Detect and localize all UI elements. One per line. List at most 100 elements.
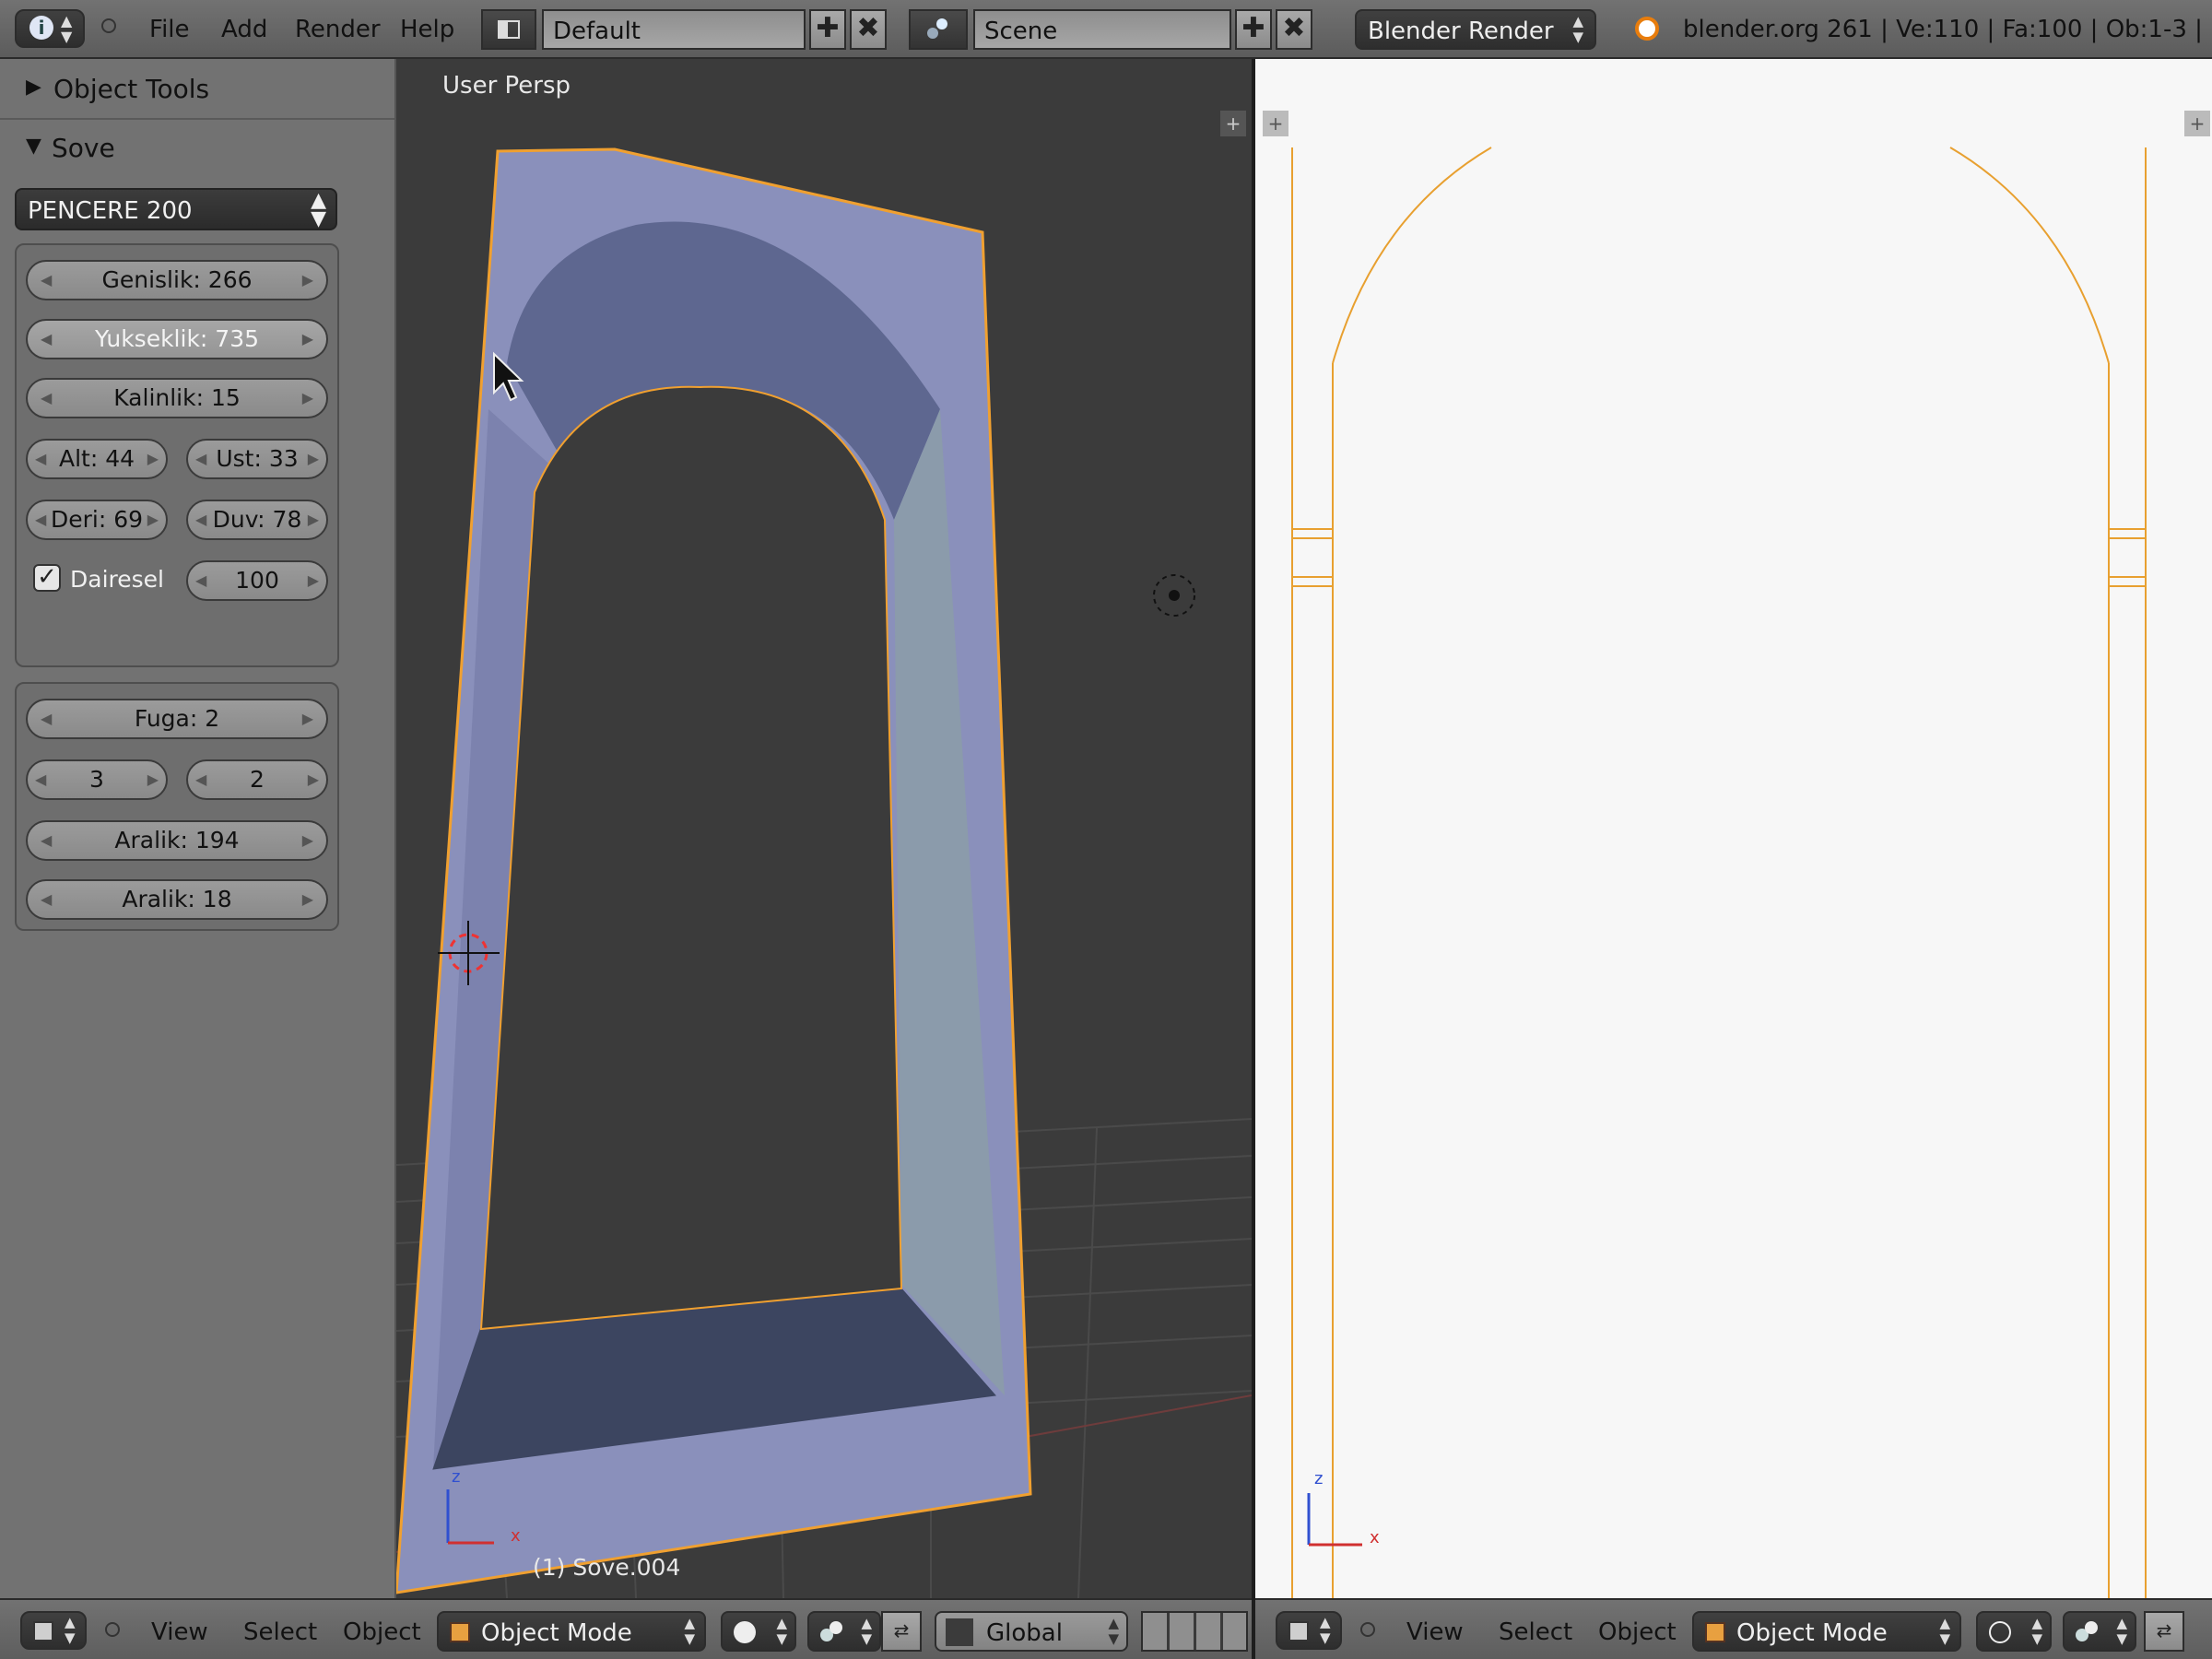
viewport-shading-dropdown[interactable]: ▲ ▼ bbox=[721, 1611, 796, 1652]
render-engine-value: Blender Render bbox=[1368, 18, 1554, 45]
manipulator-toggle-button[interactable]: ⇄ bbox=[2144, 1611, 2184, 1652]
dairesel-value-field[interactable]: ◀ 100 ▶ bbox=[186, 560, 328, 601]
layer-buttons[interactable] bbox=[1141, 1611, 1248, 1652]
increment-arrow-icon[interactable]: ▶ bbox=[308, 501, 319, 538]
updown-arrows-icon: ▲ ▼ bbox=[861, 1615, 872, 1647]
decrement-arrow-icon[interactable]: ◀ bbox=[195, 501, 206, 538]
menu-view[interactable]: View bbox=[151, 1618, 208, 1646]
aralik-1-field[interactable]: ◀ Aralik: 194 ▶ bbox=[26, 820, 328, 861]
menu-object[interactable]: Object bbox=[1598, 1618, 1677, 1646]
ust-value: Ust: 33 bbox=[216, 445, 299, 472]
manipulator-toggle-button[interactable]: ⇄ bbox=[881, 1611, 922, 1652]
preset-dropdown[interactable]: PENCERE 200 ▲ ▼ bbox=[15, 188, 337, 230]
deri-field[interactable]: ◀ Deri: 69 ▶ bbox=[26, 500, 168, 540]
kalinlik-field[interactable]: ◀ Kalinlik: 15 ▶ bbox=[26, 378, 328, 418]
collapse-menu-icon[interactable] bbox=[105, 1622, 120, 1637]
menu-select[interactable]: Select bbox=[243, 1618, 317, 1646]
aralik-2-field[interactable]: ◀ Aralik: 18 ▶ bbox=[26, 879, 328, 920]
increment-arrow-icon[interactable]: ▶ bbox=[302, 321, 313, 358]
object-mode-dropdown[interactable]: Object Mode ▲ ▼ bbox=[1692, 1611, 1961, 1652]
decrement-arrow-icon[interactable]: ◀ bbox=[41, 700, 52, 737]
object-tools-header[interactable]: ▶ Object Tools bbox=[0, 63, 394, 118]
menu-select[interactable]: Select bbox=[1499, 1618, 1572, 1646]
view-label: User Persp bbox=[442, 72, 571, 100]
increment-arrow-icon[interactable]: ▶ bbox=[302, 881, 313, 918]
add-region-icon[interactable]: + bbox=[1220, 111, 1246, 136]
menu-add[interactable]: Add bbox=[221, 16, 267, 43]
remove-scene-button[interactable]: ✖ bbox=[1276, 9, 1312, 50]
decrement-arrow-icon[interactable]: ◀ bbox=[41, 380, 52, 417]
menu-view[interactable]: View bbox=[1406, 1618, 1464, 1646]
add-scene-button[interactable]: ✚ bbox=[1235, 9, 1272, 50]
increment-arrow-icon[interactable]: ▶ bbox=[302, 380, 313, 417]
increment-arrow-icon[interactable]: ▶ bbox=[302, 262, 313, 299]
render-engine-dropdown[interactable]: Blender Render ▲ ▼ bbox=[1355, 9, 1596, 50]
duv-field[interactable]: ◀ Duv: 78 ▶ bbox=[186, 500, 328, 540]
menu-file[interactable]: File bbox=[149, 16, 190, 43]
menu-render[interactable]: Render bbox=[295, 16, 381, 43]
decrement-arrow-icon[interactable]: ◀ bbox=[195, 562, 206, 599]
pivot-point-dropdown[interactable]: ▲ ▼ bbox=[807, 1611, 881, 1652]
increment-arrow-icon[interactable]: ▶ bbox=[147, 761, 159, 798]
tool-shelf: ▶ Object Tools ▼ Sove PENCERE 200 ▲ ▼ ◀ G… bbox=[0, 59, 396, 1598]
front-viewport[interactable]: z x + + bbox=[1255, 59, 2212, 1598]
decrement-arrow-icon[interactable]: ◀ bbox=[41, 822, 52, 859]
cube-icon bbox=[1288, 1621, 1309, 1641]
pivot-point-dropdown[interactable]: ▲ ▼ bbox=[2063, 1611, 2136, 1652]
sove-header[interactable]: ▼ Sove bbox=[0, 122, 394, 177]
increment-arrow-icon[interactable]: ▶ bbox=[147, 501, 159, 538]
screen-layout-value: Default bbox=[553, 18, 641, 45]
decrement-arrow-icon[interactable]: ◀ bbox=[35, 761, 46, 798]
mode-cube-icon bbox=[450, 1622, 470, 1642]
menu-help[interactable]: Help bbox=[400, 16, 454, 43]
decrement-arrow-icon[interactable]: ◀ bbox=[195, 761, 206, 798]
increment-arrow-icon[interactable]: ▶ bbox=[308, 441, 319, 477]
viewport-shading-dropdown[interactable]: ▲ ▼ bbox=[1976, 1611, 2052, 1652]
increment-arrow-icon[interactable]: ▶ bbox=[308, 761, 319, 798]
genislik-value: Genislik: 266 bbox=[101, 266, 253, 293]
dairesel-value: 100 bbox=[235, 567, 279, 594]
updown-arrows-icon: ▲ ▼ bbox=[65, 1614, 76, 1646]
object-mode-dropdown[interactable]: Object Mode ▲ ▼ bbox=[437, 1611, 706, 1652]
updown-arrows-icon: ▲ ▼ bbox=[2116, 1615, 2127, 1647]
3d-viewport[interactable]: User Persp z x (1) Sove.004 + bbox=[396, 59, 1252, 1598]
increment-arrow-icon[interactable]: ▶ bbox=[147, 441, 159, 477]
add-layout-button[interactable]: ✚ bbox=[809, 9, 846, 50]
updown-arrows-icon: ▲ ▼ bbox=[1320, 1614, 1331, 1646]
editor-type-button[interactable]: i ▲ ▼ bbox=[15, 9, 85, 48]
menu-object[interactable]: Object bbox=[343, 1618, 421, 1646]
decrement-arrow-icon[interactable]: ◀ bbox=[41, 881, 52, 918]
fuga-b-field[interactable]: ◀ 2 ▶ bbox=[186, 759, 328, 800]
ust-field[interactable]: ◀ Ust: 33 ▶ bbox=[186, 439, 328, 479]
layout-grid-icon bbox=[498, 20, 520, 39]
add-region-icon[interactable]: + bbox=[1263, 111, 1288, 136]
decrement-arrow-icon[interactable]: ◀ bbox=[41, 321, 52, 358]
fuga-field[interactable]: ◀ Fuga: 2 ▶ bbox=[26, 699, 328, 739]
screen-layout-icon-button[interactable] bbox=[481, 9, 536, 50]
increment-arrow-icon[interactable]: ▶ bbox=[302, 822, 313, 859]
editor-type-button[interactable]: ▲ ▼ bbox=[1276, 1611, 1342, 1650]
yukseklik-field[interactable]: ◀ Yukseklik: 735 ▶ bbox=[26, 319, 328, 359]
dairesel-checkbox[interactable]: ✓ bbox=[33, 564, 61, 592]
scene-field[interactable]: Scene bbox=[973, 9, 1231, 50]
fuga-a-field[interactable]: ◀ 3 ▶ bbox=[26, 759, 168, 800]
increment-arrow-icon[interactable]: ▶ bbox=[302, 700, 313, 737]
decrement-arrow-icon[interactable]: ◀ bbox=[195, 441, 206, 477]
front-view-header: ▲ ▼ View Select Object Object Mode ▲ ▼ ▲ ▼ … bbox=[1255, 1598, 2212, 1659]
collapse-menu-icon[interactable] bbox=[1360, 1622, 1375, 1637]
decrement-arrow-icon[interactable]: ◀ bbox=[35, 501, 46, 538]
transform-orientation-dropdown[interactable]: Global ▲ ▼ bbox=[935, 1611, 1128, 1652]
increment-arrow-icon[interactable]: ▶ bbox=[308, 562, 319, 599]
divider bbox=[0, 118, 394, 120]
decrement-arrow-icon[interactable]: ◀ bbox=[41, 262, 52, 299]
info-icon: i bbox=[29, 16, 53, 40]
decrement-arrow-icon[interactable]: ◀ bbox=[35, 441, 46, 477]
add-region-icon-right[interactable]: + bbox=[2184, 111, 2210, 136]
alt-field[interactable]: ◀ Alt: 44 ▶ bbox=[26, 439, 168, 479]
genislik-field[interactable]: ◀ Genislik: 266 ▶ bbox=[26, 260, 328, 300]
editor-type-button[interactable]: ▲ ▼ bbox=[20, 1611, 87, 1650]
scene-icon-button[interactable] bbox=[909, 9, 968, 50]
collapse-menu-icon[interactable] bbox=[101, 18, 116, 33]
screen-layout-field[interactable]: Default bbox=[542, 9, 806, 50]
remove-layout-button[interactable]: ✖ bbox=[850, 9, 887, 50]
